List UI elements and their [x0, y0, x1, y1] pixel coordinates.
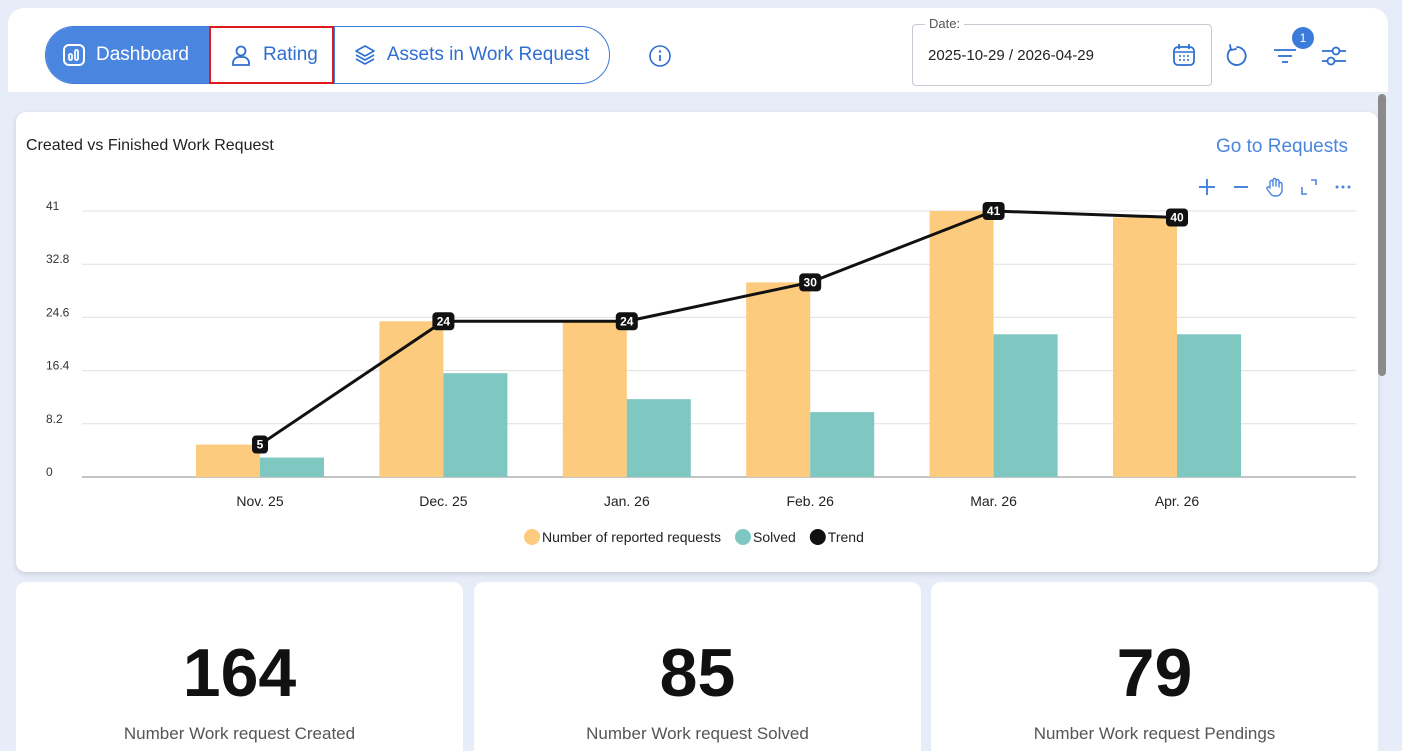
x-tick-label: Jan. 26: [604, 493, 650, 509]
x-tick-label: Apr. 26: [1155, 493, 1200, 509]
y-tick-label: 32.8: [46, 252, 70, 266]
filter-icon[interactable]: [1272, 44, 1298, 68]
stat-card-created: 164 Number Work request Created: [16, 582, 463, 751]
trend-data-label: 41: [987, 204, 1001, 218]
y-tick-label: 16.4: [46, 359, 70, 373]
zoom-in-icon[interactable]: [1196, 176, 1218, 198]
y-tick-label: 8.2: [46, 412, 63, 426]
bar-reported: [929, 211, 994, 477]
tab-dashboard-label: Dashboard: [96, 44, 189, 65]
stat-card-pendings: 79 Number Work request Pendings: [931, 582, 1378, 751]
x-tick-label: Mar. 26: [970, 493, 1017, 509]
stat-solved-value: 85: [659, 635, 736, 711]
date-range-value: 2025-10-29 / 2026-04-29: [928, 47, 1094, 64]
zoom-out-icon[interactable]: [1230, 176, 1252, 198]
top-bar: Dashboard Rating Assets in Work Request …: [8, 8, 1388, 92]
bar-solved: [443, 373, 508, 477]
bar-reported: [1113, 217, 1177, 478]
stat-card-solved: 85 Number Work request Solved: [474, 582, 921, 751]
stat-solved-label: Number Work request Solved: [586, 724, 809, 743]
tab-rating-label: Rating: [262, 44, 318, 65]
y-tick-label: 24.6: [46, 305, 70, 319]
y-tick-label: 0: [46, 465, 53, 479]
trend-data-label: 24: [620, 314, 634, 328]
legend-label: Solved: [753, 529, 796, 545]
vertical-scrollbar[interactable]: [1378, 94, 1386, 376]
user-icon: [229, 43, 253, 67]
reset-icon[interactable]: [1224, 43, 1250, 69]
bar-reported: [562, 321, 627, 477]
trend-data-label: 24: [437, 314, 451, 328]
bar-reported: [379, 321, 444, 477]
tab-assets-in-work-request[interactable]: Assets in Work Request: [333, 27, 609, 83]
legend-label: Number of reported requests: [542, 529, 721, 545]
y-tick-label: 41: [46, 199, 60, 213]
legend-marker: [524, 529, 540, 545]
info-icon[interactable]: [648, 44, 672, 68]
stat-pendings-value: 79: [1116, 635, 1193, 711]
trend-data-label: 40: [1170, 210, 1184, 224]
layers-icon: [353, 43, 377, 67]
date-range-field[interactable]: Date: 2025-10-29 / 2026-04-29: [912, 16, 1212, 86]
date-range-label: Date:: [925, 16, 965, 31]
reset-zoom-icon[interactable]: [1298, 176, 1320, 198]
bar-reported: [746, 282, 811, 477]
calendar-icon[interactable]: [1171, 42, 1197, 68]
more-options-icon[interactable]: [1332, 176, 1354, 198]
filter-count-badge: 1: [1292, 27, 1314, 49]
settings-sliders-icon[interactable]: [1320, 42, 1348, 70]
trend-data-label: 30: [804, 275, 818, 289]
legend-marker: [809, 529, 826, 545]
bar-reported: [196, 444, 260, 477]
stat-pendings-label: Number Work request Pendings: [1033, 724, 1276, 743]
stat-created-value: 164: [182, 635, 297, 711]
bar-solved: [626, 399, 691, 477]
legend-marker: [734, 529, 751, 545]
x-tick-label: Nov. 25: [236, 493, 283, 509]
stat-created-label: Number Work request Created: [123, 724, 356, 743]
go-to-requests-link[interactable]: Go to Requests: [1216, 136, 1348, 158]
chart-toolbar: [1196, 176, 1354, 198]
bar-solved: [993, 334, 1058, 477]
pan-hand-icon[interactable]: [1264, 176, 1286, 198]
bar-solved: [1177, 334, 1241, 477]
x-tick-label: Feb. 26: [786, 493, 834, 509]
bar-chart-icon: [62, 43, 86, 67]
tab-dashboard[interactable]: Dashboard: [46, 27, 209, 83]
chart-title: Created vs Finished Work Request: [26, 137, 274, 154]
trend-data-label: 5: [257, 438, 264, 452]
bar-solved: [260, 457, 324, 477]
tab-rating[interactable]: Rating: [208, 26, 334, 84]
chart-canvas: 0 8.2 16.4 24.6 32.8 41 Nov. 25 Dec. 25 Jan. 26 F…: [46, 199, 1356, 545]
chart-card: 0 8.2 16.4 24.6 32.8 41 Nov. 25 Dec. 25 Jan. 26 F…: [16, 112, 1378, 572]
x-tick-label: Dec. 25: [419, 493, 467, 509]
legend-label: Trend: [828, 529, 864, 545]
view-tabs: Dashboard Rating Assets in Work Request: [45, 26, 611, 84]
tab-assets-label: Assets in Work Request: [386, 44, 590, 65]
bar-solved: [810, 412, 875, 477]
